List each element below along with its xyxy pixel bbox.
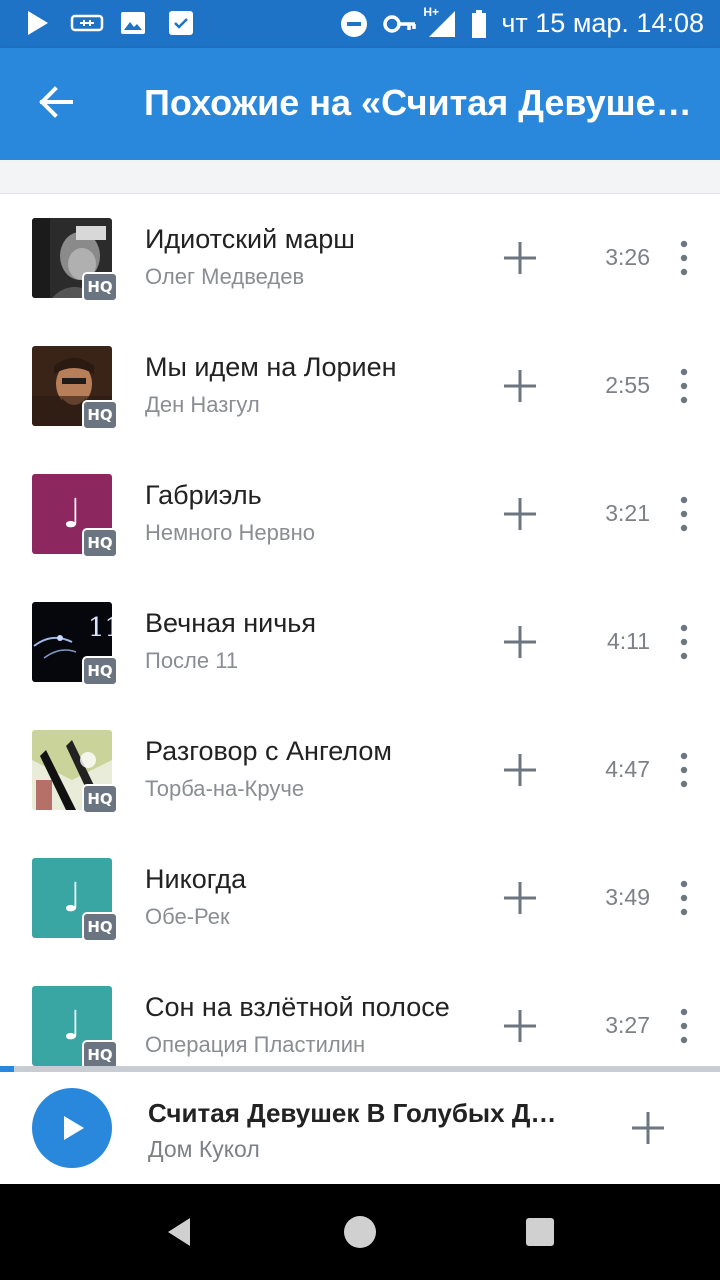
mini-player[interactable]: Считая Девушек В Голубых Джинсах Дом Кук… [0, 1072, 720, 1184]
more-vertical-icon [680, 368, 688, 404]
plus-icon [504, 242, 536, 274]
hq-badge: HQ [82, 1040, 118, 1066]
track-row[interactable]: ♩ HQ Сон на взлётной полосе Операция Пла… [0, 962, 720, 1066]
add-track-button[interactable] [496, 618, 544, 666]
recents-square-icon [526, 1218, 554, 1246]
status-date-time: чт 15 мар. 14:08 [501, 8, 704, 38]
add-track-button[interactable] [496, 362, 544, 410]
signal-icon: H+ [423, 5, 457, 39]
track-title: Вечная ничья [145, 608, 316, 638]
hq-badge: HQ [82, 656, 118, 686]
add-track-button[interactable] [496, 1002, 544, 1050]
list-header-spacer [0, 160, 720, 194]
now-playing-title: Считая Девушек В Голубых Джинсах [148, 1098, 568, 1128]
more-options-button[interactable] [668, 1000, 700, 1052]
plus-icon [504, 882, 536, 914]
track-duration: 3:49 [605, 884, 650, 910]
play-icon [22, 8, 52, 38]
more-options-button[interactable] [668, 744, 700, 796]
track-row[interactable]: HQ Мы идем на Лориен Ден Назгул 2:55 [0, 322, 720, 450]
more-vertical-icon [680, 240, 688, 276]
track-row[interactable]: HQ Разговор с Ангелом Торба-на-Круче 4:4… [0, 706, 720, 834]
track-artist: Обе-Рек [145, 904, 230, 929]
track-title: Разговор с Ангелом [145, 736, 392, 766]
track-duration: 4:11 [606, 628, 650, 654]
now-playing-artist: Дом Кукол [148, 1136, 260, 1162]
play-icon [64, 1116, 84, 1140]
add-track-button[interactable] [496, 746, 544, 794]
track-artist: После 11 [145, 648, 239, 673]
track-artist: Немного Нервно [145, 520, 315, 545]
more-options-button[interactable] [668, 616, 700, 668]
image-icon [118, 8, 148, 38]
nav-home-button[interactable] [336, 1208, 384, 1256]
track-artist: Операция Пластилин [145, 1032, 366, 1057]
dnd-icon [339, 9, 369, 39]
play-button[interactable] [32, 1088, 112, 1168]
more-options-button[interactable] [668, 360, 700, 412]
check-icon [166, 8, 196, 38]
plus-icon [504, 370, 536, 402]
plus-icon [504, 1010, 536, 1042]
hq-badge: HQ [82, 912, 118, 942]
svg-text:11: 11 [88, 613, 112, 643]
hq-badge: HQ [82, 272, 118, 302]
add-now-playing-button[interactable] [624, 1104, 672, 1152]
nav-recents-button[interactable] [516, 1208, 564, 1256]
track-artist: Олег Медведев [145, 264, 305, 289]
plus-icon [504, 498, 536, 530]
back-button[interactable] [30, 78, 82, 130]
add-track-button[interactable] [496, 874, 544, 922]
more-options-button[interactable] [668, 488, 700, 540]
plus-icon [632, 1112, 664, 1144]
track-artist: Торба-на-Круче [145, 776, 305, 801]
track-duration: 3:27 [605, 1012, 650, 1038]
hq-badge: HQ [82, 528, 118, 558]
hq-badge: HQ [82, 400, 118, 430]
back-triangle-icon [168, 1218, 190, 1246]
more-vertical-icon [680, 880, 688, 916]
plus-icon [504, 754, 536, 786]
hq-badge: HQ [82, 784, 118, 814]
track-artist: Ден Назгул [145, 392, 260, 417]
add-track-button[interactable] [496, 234, 544, 282]
plus-icon [504, 626, 536, 658]
home-circle-icon [344, 1216, 376, 1248]
track-title: Мы идем на Лориен [145, 352, 397, 382]
network-type: H+ [423, 4, 440, 19]
page-title: Похожие на «Считая Девушек В Голубых Джи… [144, 82, 700, 123]
track-duration: 3:21 [605, 500, 650, 526]
add-track-button[interactable] [496, 490, 544, 538]
track-duration: 3:26 [605, 244, 650, 270]
nav-back-button[interactable] [156, 1208, 204, 1256]
battery-icon [471, 9, 487, 39]
track-title: Никогда [145, 864, 247, 894]
more-vertical-icon [680, 624, 688, 660]
app-bar: Похожие на «Считая Девушек В Голубых Джи… [0, 48, 720, 160]
track-row[interactable]: ♩ HQ Габриэль Немного Нервно 3:21 [0, 450, 720, 578]
key-icon [383, 9, 417, 39]
track-duration: 2:55 [605, 372, 650, 398]
more-vertical-icon [680, 496, 688, 532]
vpn-icon [70, 8, 104, 38]
track-title: Сон на взлётной полосе [145, 992, 450, 1022]
more-vertical-icon [680, 1008, 688, 1044]
status-bar: H+ чт 15 мар. 14:08 [0, 0, 720, 48]
track-row[interactable]: 11 HQ Вечная ничья После 11 4:11 [0, 578, 720, 706]
more-vertical-icon [680, 752, 688, 788]
track-row[interactable]: ♩ HQ Никогда Обе-Рек 3:49 [0, 834, 720, 962]
track-title: Идиотский марш [145, 224, 355, 254]
track-row[interactable]: HQ Идиотский марш Олег Медведев 3:26 [0, 194, 720, 322]
system-nav-bar [0, 1184, 720, 1280]
track-list[interactable]: HQ Идиотский марш Олег Медведев 3:26 HQ … [0, 194, 720, 1066]
track-title: Габриэль [145, 480, 262, 510]
more-options-button[interactable] [668, 232, 700, 284]
back-arrow-icon [38, 84, 74, 125]
track-duration: 4:47 [605, 756, 650, 782]
more-options-button[interactable] [668, 872, 700, 924]
